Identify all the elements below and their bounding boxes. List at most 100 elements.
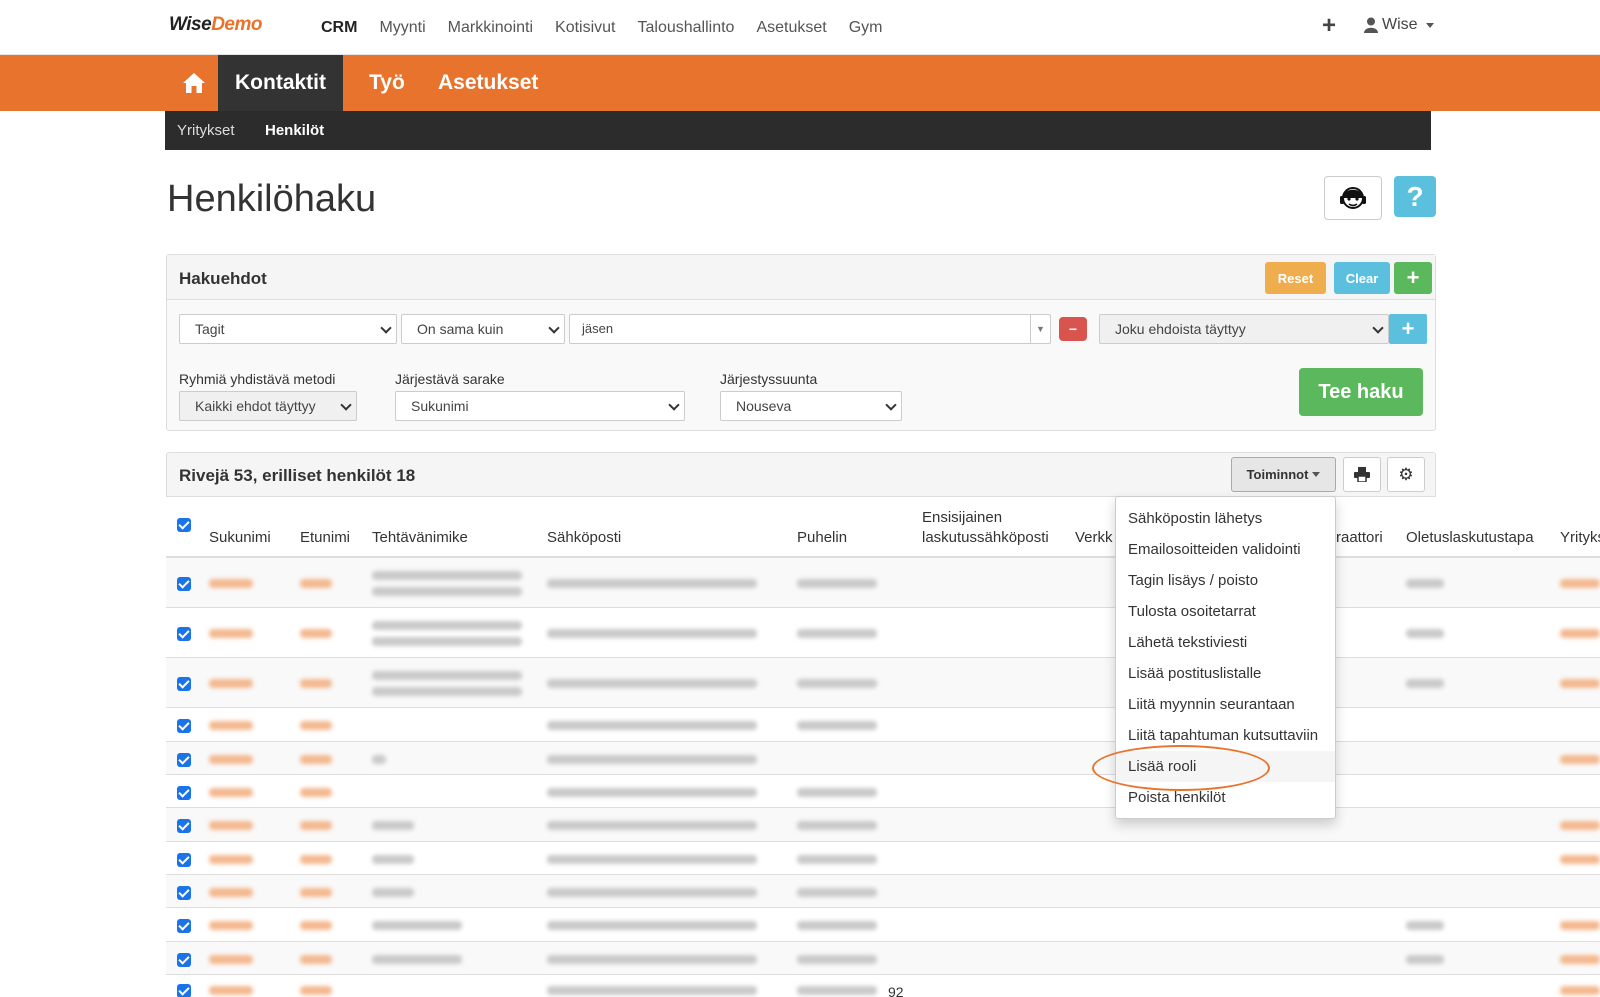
print-button[interactable]	[1343, 457, 1381, 492]
results-summary: Rivejä 53, erilliset henkilöt 18	[179, 466, 416, 485]
col-sukunimi[interactable]: Sukunimi	[209, 529, 271, 546]
menu-item-sales-tracking[interactable]: Liitä myynnin seurantaan	[1116, 689, 1335, 720]
redacted-cell	[300, 629, 332, 638]
redacted-cell	[547, 788, 757, 797]
table-row[interactable]	[166, 742, 1600, 775]
table-row[interactable]	[166, 658, 1600, 708]
dropdown-arrow-icon: ▼	[1030, 315, 1050, 343]
menu-item-email[interactable]: Sähköpostin lähetys	[1116, 503, 1335, 534]
row-checkbox[interactable]	[177, 919, 191, 933]
support-button[interactable]	[1324, 176, 1382, 220]
sort-direction-select[interactable]: Nouseva	[720, 391, 902, 421]
redacted-cell	[209, 721, 253, 730]
subnav-henkilot[interactable]: Henkilöt	[265, 122, 324, 139]
top-menu-gym[interactable]: Gym	[849, 19, 883, 37]
sort-column-select[interactable]: Sukunimi	[395, 391, 685, 421]
operator-select[interactable]: On sama kuin	[401, 314, 565, 344]
add-criteria-button[interactable]: +	[1394, 262, 1432, 294]
search-criteria-panel: Hakuehdot Reset Clear + Tagit On sama ku…	[166, 254, 1436, 431]
top-menu-taloushallinto[interactable]: Taloushallinto	[638, 19, 735, 37]
row-checkbox[interactable]	[177, 753, 191, 767]
row-checkbox[interactable]	[177, 677, 191, 691]
table-row[interactable]	[166, 708, 1600, 742]
redacted-cell	[1560, 921, 1600, 930]
top-menu-myynti[interactable]: Myynti	[379, 19, 425, 37]
top-menu-kotisivut[interactable]: Kotisivut	[555, 19, 615, 37]
table-row[interactable]	[166, 875, 1600, 908]
table-row[interactable]	[166, 842, 1600, 875]
table-row[interactable]	[166, 608, 1600, 658]
group-method-select[interactable]: Kaikki ehdot täyttyy	[179, 391, 357, 421]
menu-item-validate-emails[interactable]: Emailosoitteiden validointi	[1116, 534, 1335, 565]
col-etunimi[interactable]: Etunimi	[300, 529, 350, 546]
user-menu[interactable]: Wise	[1364, 16, 1434, 34]
subnav-yritykset[interactable]: Yritykset	[177, 122, 235, 139]
row-checkbox[interactable]	[177, 719, 191, 733]
col-tehtavanimike[interactable]: Tehtävänimike	[372, 529, 468, 546]
top-menu-markkinointi[interactable]: Markkinointi	[448, 19, 533, 37]
redacted-cell	[547, 629, 757, 638]
redacted-cell	[300, 788, 332, 797]
settings-button[interactable]: ⚙	[1387, 457, 1425, 492]
row-checkbox[interactable]	[177, 853, 191, 867]
page-title: Henkilöhaku	[167, 178, 377, 220]
field-select[interactable]: Tagit	[179, 314, 397, 344]
top-menu-crm[interactable]: CRM	[321, 19, 357, 37]
row-checkbox[interactable]	[177, 984, 191, 997]
col-yritys[interactable]: Yrityks	[1560, 529, 1600, 546]
row-checkbox[interactable]	[177, 786, 191, 800]
col-laskutussahkoposti-line1[interactable]: Ensisijainen	[922, 509, 1002, 526]
tab-tyo[interactable]: Työ	[352, 55, 422, 111]
row-checkbox[interactable]	[177, 819, 191, 833]
table-header: Sukunimi Etunimi Tehtävänimike Sähköpost…	[166, 497, 1600, 558]
select-all-checkbox[interactable]	[177, 518, 191, 532]
redacted-cell	[797, 921, 877, 930]
clear-button[interactable]: Clear	[1334, 262, 1390, 294]
menu-item-print-labels[interactable]: Tulosta osoitetarrat	[1116, 596, 1335, 627]
redacted-cell	[300, 855, 332, 864]
menu-item-mailing-list[interactable]: Lisää postituslistalle	[1116, 658, 1335, 689]
actions-dropdown-button[interactable]: Toiminnot	[1231, 457, 1336, 492]
redacted-cell	[1560, 955, 1600, 964]
col-laskutussahkoposti-line2[interactable]: laskutussähköposti	[922, 529, 1049, 546]
tab-kontaktit[interactable]: Kontaktit	[218, 55, 343, 111]
chevron-down-icon	[340, 399, 352, 411]
value-input[interactable]: jäsen ▼	[569, 314, 1051, 344]
redacted-cell	[1560, 629, 1600, 638]
row-checkbox[interactable]	[177, 577, 191, 591]
add-group-button[interactable]: +	[1389, 314, 1427, 344]
redacted-cell	[1406, 579, 1444, 588]
col-sahkoposti[interactable]: Sähköposti	[547, 529, 621, 546]
redacted-cell	[300, 579, 332, 588]
brand-logo[interactable]: WiseDemo	[169, 14, 262, 36]
redacted-cell	[372, 687, 522, 696]
add-icon[interactable]: +	[1322, 12, 1336, 40]
condition-select[interactable]: Joku ehdoista täyttyy	[1099, 314, 1389, 344]
table-row[interactable]	[166, 908, 1600, 942]
help-button[interactable]: ?	[1394, 176, 1436, 217]
row-checkbox[interactable]	[177, 627, 191, 641]
table-row[interactable]	[166, 558, 1600, 608]
row-checkbox[interactable]	[177, 886, 191, 900]
table-row[interactable]	[166, 808, 1600, 842]
table-row[interactable]	[166, 975, 1600, 997]
col-oletuslaskutustapa[interactable]: Oletuslaskutustapa	[1406, 529, 1534, 546]
menu-item-sms[interactable]: Lähetä tekstiviesti	[1116, 627, 1335, 658]
table-row[interactable]	[166, 942, 1600, 975]
group-method-label: Ryhmiä yhdistävä metodi	[179, 371, 336, 387]
table-row[interactable]	[166, 775, 1600, 808]
remove-criteria-button[interactable]: −	[1059, 317, 1087, 341]
col-verkko[interactable]: Verkk	[1075, 529, 1113, 546]
redacted-cell	[797, 721, 877, 730]
tab-asetukset[interactable]: Asetukset	[421, 55, 555, 111]
search-button[interactable]: Tee haku	[1299, 368, 1423, 416]
col-operaattori[interactable]: raattori	[1336, 529, 1383, 546]
reset-button[interactable]: Reset	[1265, 262, 1326, 294]
sort-column-label: Järjestävä sarake	[395, 371, 505, 387]
col-puhelin[interactable]: Puhelin	[797, 529, 847, 546]
top-menu-asetukset[interactable]: Asetukset	[756, 19, 826, 37]
redacted-cell	[209, 755, 253, 764]
home-icon[interactable]	[170, 55, 218, 111]
row-checkbox[interactable]	[177, 953, 191, 967]
menu-item-tags[interactable]: Tagin lisäys / poisto	[1116, 565, 1335, 596]
